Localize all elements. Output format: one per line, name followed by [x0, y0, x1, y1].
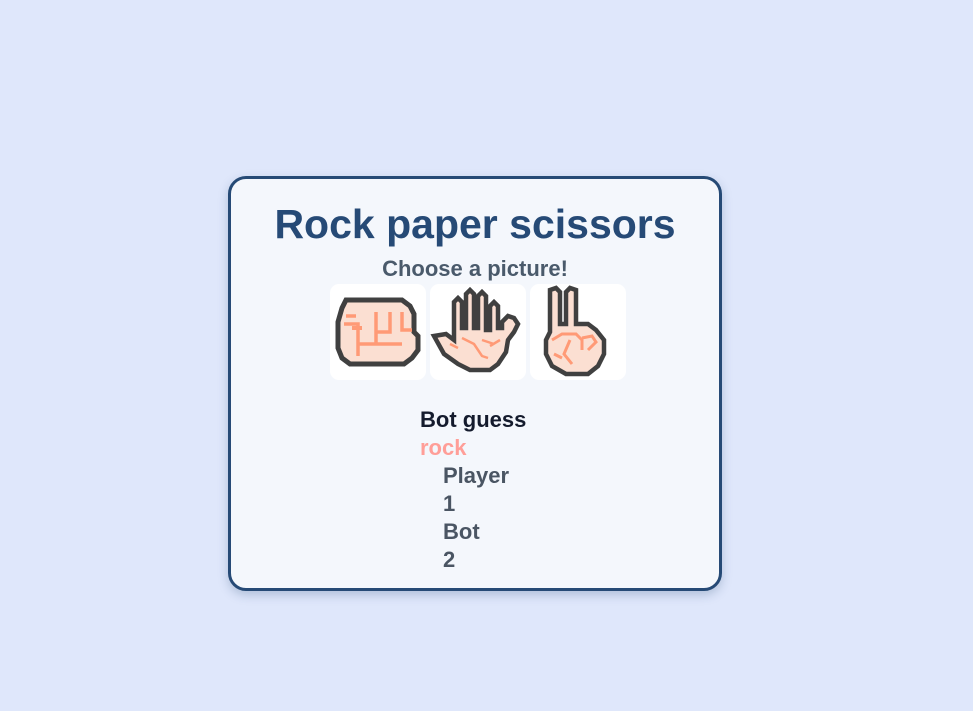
- results-panel: Bot guess rock Player 1 Bot 2: [420, 406, 526, 574]
- paper-hand-icon: [430, 286, 521, 373]
- rock-button[interactable]: [330, 284, 426, 380]
- player-score-label: Player: [443, 463, 510, 488]
- choice-list: [330, 284, 630, 382]
- scissors-fingers-icon: [543, 285, 607, 377]
- bot-guess-value: rock: [420, 435, 467, 460]
- paper-button[interactable]: [430, 284, 526, 380]
- subtitle: Choose a picture!: [382, 256, 568, 281]
- scissors-button[interactable]: [530, 284, 626, 380]
- bot-score-label: Bot: [443, 519, 480, 544]
- bot-score-value: 2: [443, 547, 456, 572]
- player-score-value: 1: [443, 491, 456, 516]
- bot-guess-label: Bot guess: [420, 407, 527, 432]
- page-title: Rock paper scissors: [274, 201, 676, 247]
- game-card: Rock paper scissors Choose a picture! Bo…: [228, 176, 722, 591]
- rock-fist-icon: [335, 296, 424, 368]
